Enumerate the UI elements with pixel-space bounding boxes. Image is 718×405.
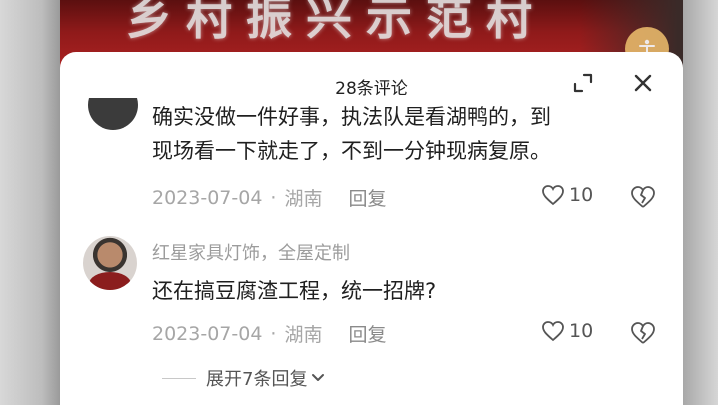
reply-button[interactable]: 回复 [348,184,386,211]
comment-sheet: 28条评论 确实没做一件好事，执法队是看湖鸭的，到 现场看一下就走了，不到一分钟… [60,52,683,405]
avatar-shirt [89,272,131,290]
dislike-button[interactable] [630,185,656,209]
like-count: 10 [569,184,594,206]
broken-heart-icon [631,186,655,208]
expand-icon [573,73,593,93]
comment-location: 湖南 [284,188,323,210]
video-left-edge [0,0,60,405]
divider [162,377,196,379]
heart-icon [542,321,564,342]
heart-icon [542,185,564,206]
comment-meta: 2023-07-04 · 湖南 回复 [152,184,387,211]
like-button[interactable]: 10 [541,320,593,342]
comment-text: 还在搞豆腐渣工程，统一招牌? [152,279,437,303]
comment-text-line: 现场看一下就走了，不到一分钟现病复原。 [152,139,551,163]
video-right-edge [683,0,718,405]
like-count: 10 [569,320,594,342]
comment-meta: 2023-07-04 · 湖南 回复 [152,320,387,347]
video-banner-text: 乡村振兴示范村 [126,0,546,45]
comment-username[interactable]: 红星家具灯饰，全屋定制 [152,239,350,265]
expand-button[interactable] [572,72,594,94]
separator: · [270,186,277,209]
chevron-down-icon [312,374,325,381]
comment-location: 湖南 [284,324,323,346]
dislike-button[interactable] [630,321,656,345]
separator: · [270,322,277,345]
expand-replies-label: 展开7条回复 [206,369,308,390]
close-icon [634,74,652,92]
comment-date: 2023-07-04 [152,186,263,209]
avatar[interactable] [83,236,137,290]
like-button[interactable]: 10 [541,184,593,206]
reply-button[interactable]: 回复 [348,320,386,347]
close-button[interactable] [632,72,654,94]
broken-heart-icon [631,322,655,344]
comment-date: 2023-07-04 [152,322,263,345]
expand-replies-button[interactable]: 展开7条回复 [162,365,326,391]
comment-text-line: 确实没做一件好事，执法队是看湖鸭的，到 [152,105,551,129]
comment-text: 确实没做一件好事，执法队是看湖鸭的，到 现场看一下就走了，不到一分钟现病复原。 [152,100,551,168]
